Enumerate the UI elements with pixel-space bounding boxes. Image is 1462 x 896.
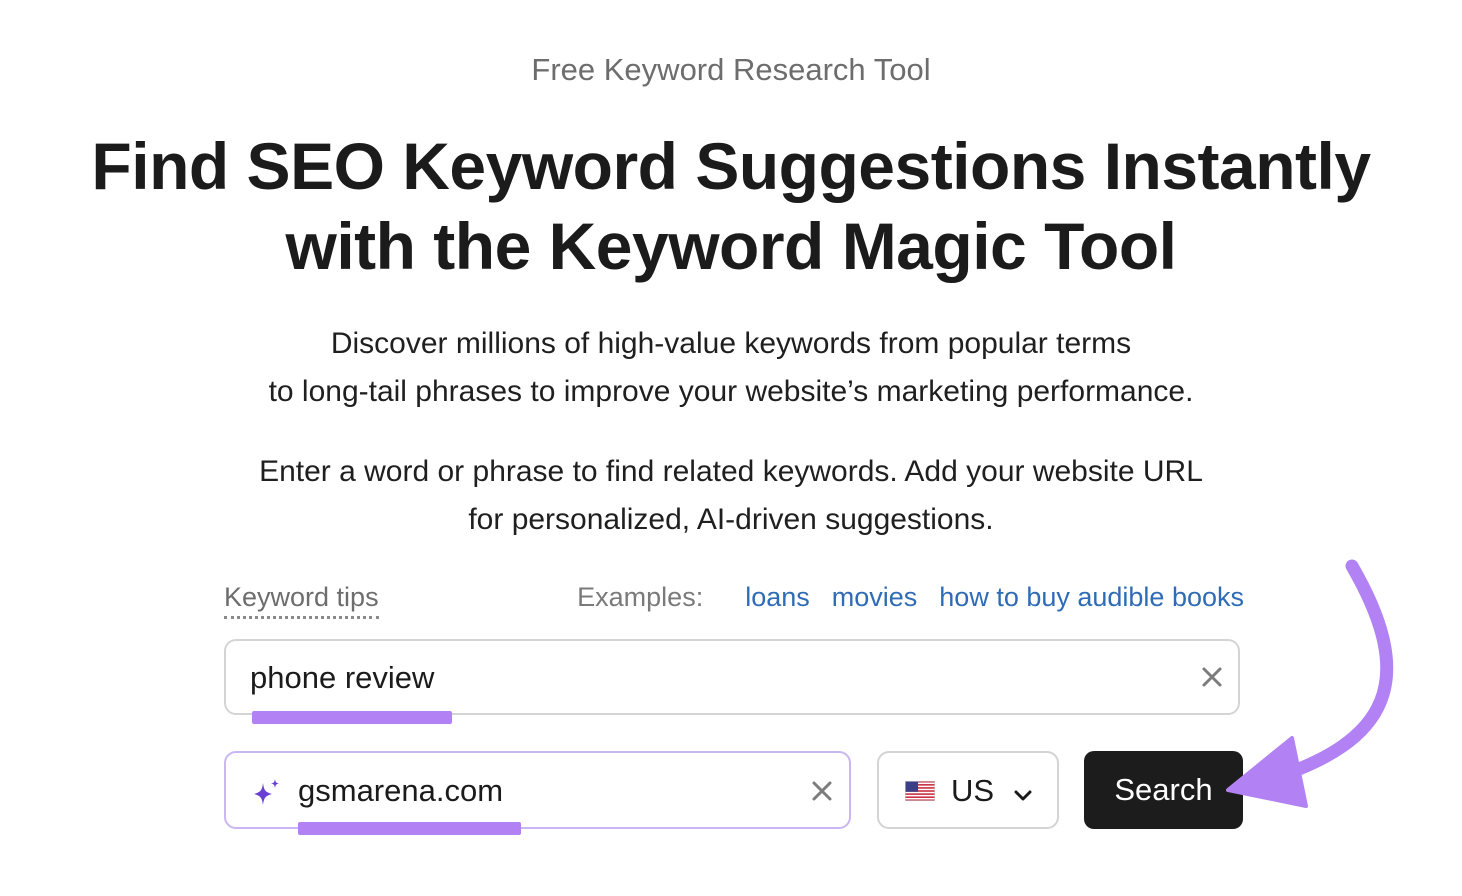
example-link-movies[interactable]: movies [832,582,918,612]
url-field [224,751,851,829]
keyword-field [224,639,1240,715]
example-link-loans[interactable]: loans [745,582,810,612]
search-button[interactable]: Search [1084,751,1243,829]
keyword-tips-link[interactable]: Keyword tips [224,578,379,619]
chevron-down-icon [1011,783,1035,807]
close-icon[interactable] [808,777,836,805]
page-title-line-2: with the Keyword Magic Tool [285,209,1177,283]
page-title-line-1: Find SEO Keyword Suggestions Instantly [91,129,1371,203]
examples: Examples: loans movies how to buy audible b… [577,578,1244,616]
sparkle-icon [250,777,282,809]
instructions-line-1: Enter a word or phrase to find related k… [259,455,1203,488]
country-select[interactable]: US [877,751,1059,829]
description: Discover millions of high-value keywords… [0,320,1462,416]
page: Free Keyword Research Tool Find SEO Keyw… [0,0,1462,896]
close-icon[interactable] [1198,663,1226,691]
url-input[interactable] [298,768,778,814]
keyword-highlight [252,711,452,724]
keyword-input[interactable] [250,655,1150,701]
url-highlight [298,822,521,835]
country-code: US [951,773,995,808]
example-link-audible-books[interactable]: how to buy audible books [939,582,1244,612]
tips-row: Keyword tips Examples: loans movies how to … [224,578,1244,619]
description-line-2: to long-tail phrases to improve your web… [268,375,1194,408]
page-title: Find SEO Keyword Suggestions Instantly w… [0,126,1462,286]
us-flag-icon [905,781,935,801]
instructions-line-2: for personalized, AI-driven suggestions. [468,503,994,536]
eyebrow-label: Free Keyword Research Tool [531,52,931,87]
examples-label: Examples: [577,582,704,612]
instructions: Enter a word or phrase to find related k… [0,448,1462,544]
description-line-1: Discover millions of high-value keywords… [330,327,1132,360]
